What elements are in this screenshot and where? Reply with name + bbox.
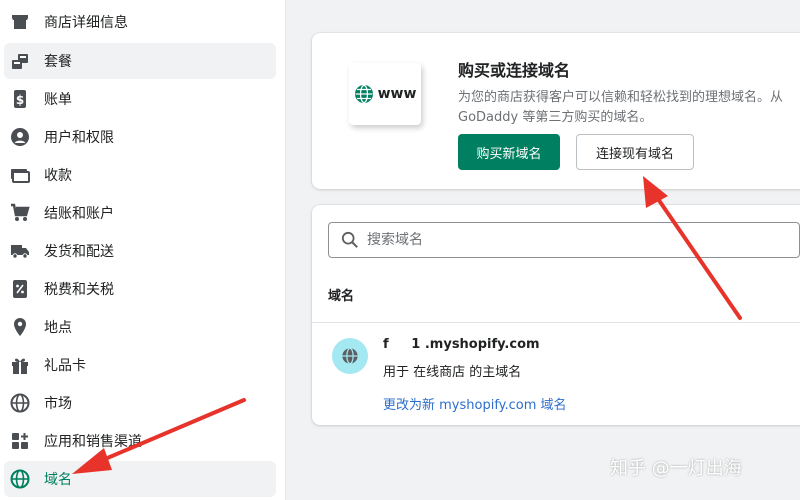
sidebar-item-checkout[interactable]: 结账和账户 [4,195,276,231]
sidebar-item-taxes[interactable]: 税费和关税 [4,271,276,307]
www-illustration: www [349,63,421,125]
sidebar-item-label: 市场 [44,396,72,412]
sidebar-item-gift-cards[interactable]: 礼品卡 [4,347,276,383]
globe-icon [342,347,358,365]
www-badge: www [349,63,421,125]
payment-icon [10,165,30,185]
location-icon [10,317,30,337]
plan-icon [10,51,30,71]
domain-subtitle: 用于 在线商店 的主域名 [383,365,522,380]
sidebar-item-label: 发货和配送 [44,244,114,260]
change-myshopify-domain-link[interactable]: 更改为新 myshopify.com 域名 [383,394,567,413]
connect-existing-domain-button[interactable]: 连接现有域名 [576,134,694,170]
sidebar-item-domains[interactable]: 域名 [4,461,276,497]
sidebar-item-label: 套餐 [44,54,72,70]
sidebar-item-store-details[interactable]: 商店详细信息 [4,4,276,40]
store-icon [10,12,30,32]
sidebar-item-label: 应用和销售渠道 [44,434,142,450]
sidebar-item-label: 商店详细信息 [44,15,128,31]
search-icon [341,231,358,248]
buy-card-desc-line: GoDaddy 等第三方购买的域名。 [458,110,653,125]
sidebar-item-plan[interactable]: 套餐 [4,43,276,79]
domain-globe-icon [10,469,30,489]
domain-name: f 1 .myshopify.com [383,337,540,352]
apps-icon [10,431,30,451]
truck-icon [10,241,30,261]
sidebar-item-label: 用户和权限 [44,130,114,146]
domain-column-header: 域名 [328,289,355,304]
settings-sidebar: 商店详细信息 套餐 $ 账单 用户和权限 收款 结账和账户 发货和配送 税费和关… [0,0,286,500]
domain-globe-badge [332,338,368,374]
buy-card-desc-line: 为您的商店获得客户可以信赖和轻松找到的理想域名。从 [458,90,784,105]
sidebar-item-label: 税费和关税 [44,282,114,298]
watermark: 知乎 @一灯出海 [610,458,742,479]
cart-icon [10,203,30,223]
domain-search-box[interactable] [328,222,800,258]
gift-icon [10,355,30,375]
sidebar-item-label: 域名 [44,472,72,488]
sidebar-item-label: 结账和账户 [44,206,114,222]
domain-search-input[interactable] [367,232,767,248]
sidebar-item-label: 礼品卡 [44,358,86,374]
buy-new-domain-button[interactable]: 购买新域名 [458,134,560,170]
buy-card-description: 为您的商店获得客户可以信赖和轻松找到的理想域名。从 GoDaddy 等第三方购买… [458,88,800,128]
sidebar-item-label: 地点 [44,320,72,336]
sidebar-item-shipping[interactable]: 发货和配送 [4,233,276,269]
sidebar-item-users[interactable]: 用户和权限 [4,119,276,155]
sidebar-item-apps[interactable]: 应用和销售渠道 [4,423,276,459]
sidebar-item-payments[interactable]: 收款 [4,157,276,193]
tax-icon [10,279,30,299]
svg-text:$: $ [16,93,24,107]
divider [312,322,800,323]
user-icon [10,127,30,147]
www-text: www [377,86,417,102]
sidebar-item-label: 收款 [44,168,72,184]
sidebar-item-label: 账单 [44,92,72,108]
sidebar-item-markets[interactable]: 市场 [4,385,276,421]
sidebar-item-billing[interactable]: $ 账单 [4,81,276,117]
dollar-icon: $ [10,89,30,109]
buy-card-title: 购买或连接域名 [458,61,571,80]
globe-icon [354,84,373,104]
globe-icon [10,393,30,413]
sidebar-item-locations[interactable]: 地点 [4,309,276,345]
